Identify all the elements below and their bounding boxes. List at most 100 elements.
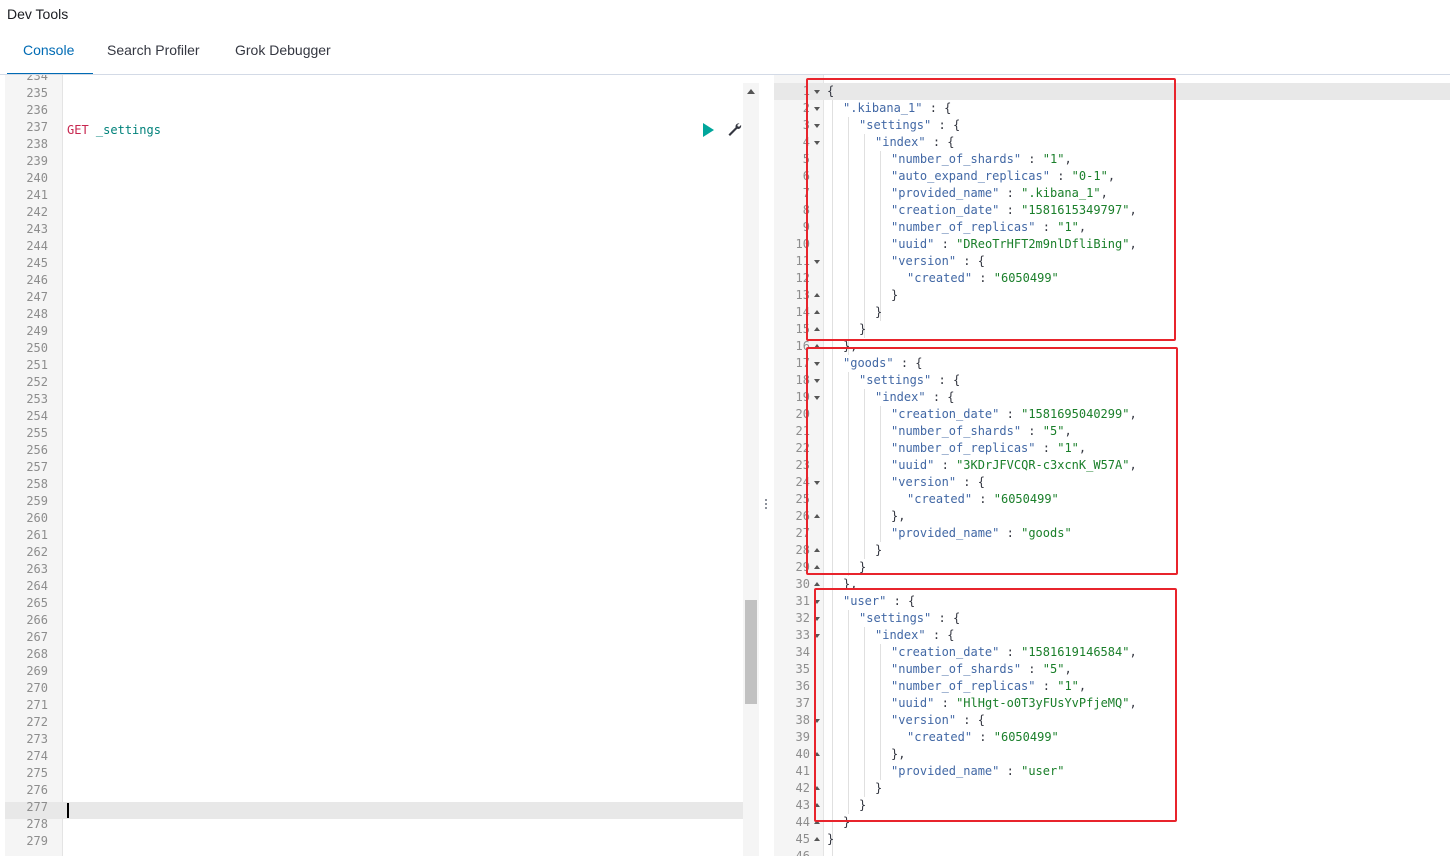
response-line-number: 21	[795, 424, 810, 438]
json-key: created	[914, 492, 965, 506]
line-number: 246	[26, 273, 48, 287]
response-line-number: 37	[795, 696, 810, 710]
json-key: number_of_shards	[898, 424, 1014, 438]
response-code-line: ".kibana_1" : {	[843, 101, 952, 115]
pane-resizer[interactable]	[762, 497, 770, 517]
line-number: 258	[26, 477, 48, 491]
tab-console[interactable]: Console	[23, 42, 74, 58]
json-value: goods	[1028, 526, 1065, 540]
response-line-number: 36	[795, 679, 810, 693]
editor-scrollbar[interactable]	[743, 83, 759, 856]
line-number: 274	[26, 749, 48, 763]
json-key: version	[898, 254, 949, 268]
response-code-line: "settings" : {	[859, 611, 961, 625]
fold-open-icon[interactable]	[814, 107, 820, 111]
json-key: number_of_shards	[898, 152, 1014, 166]
line-number: 260	[26, 511, 48, 525]
fold-close-icon[interactable]	[814, 803, 820, 807]
response-line-number: 43	[795, 798, 810, 812]
wrench-icon[interactable]	[726, 121, 742, 137]
scrollbar-thumb[interactable]	[745, 600, 757, 704]
response-line-number: 24	[795, 475, 810, 489]
fold-open-icon[interactable]	[814, 634, 820, 638]
response-code-line: "uuid" : "3KDrJFVCQR-c3xcnK_W57A",	[891, 458, 1137, 472]
response-code-line: "creation_date" : "1581619146584",	[891, 645, 1137, 659]
json-key: creation_date	[898, 203, 993, 217]
response-code-line: },	[843, 339, 858, 353]
fold-open-icon[interactable]	[814, 362, 820, 366]
response-line-number: 6	[802, 169, 810, 183]
json-value: 3KDrJFVCQR-c3xcnK_W57A	[963, 458, 1123, 472]
fold-close-icon[interactable]	[814, 293, 820, 297]
request-path: _settings	[95, 123, 161, 137]
response-line-number: 29	[795, 560, 810, 574]
response-code-line: }	[859, 798, 867, 812]
tab-grok-debugger[interactable]: Grok Debugger	[235, 42, 331, 58]
line-number: 276	[26, 783, 48, 797]
tab-search-profiler[interactable]: Search Profiler	[107, 42, 200, 58]
line-number: 268	[26, 647, 48, 661]
json-value: 1581619146584	[1028, 645, 1123, 659]
line-number: 241	[26, 188, 48, 202]
fold-open-icon[interactable]	[814, 124, 820, 128]
json-value: DReoTrHFT2m9nlDfliBing	[963, 237, 1123, 251]
response-line-number: 3	[802, 118, 810, 132]
response-code-line: }	[843, 815, 851, 829]
line-number: 236	[26, 103, 48, 117]
response-line-number: 19	[795, 390, 810, 404]
line-number: 234	[26, 75, 48, 83]
fold-close-icon[interactable]	[814, 582, 820, 586]
fold-open-icon[interactable]	[814, 481, 820, 485]
fold-close-icon[interactable]	[814, 548, 820, 552]
line-number: 244	[26, 239, 48, 253]
fold-close-icon[interactable]	[814, 565, 820, 569]
response-code-line: }	[875, 305, 883, 319]
response-code-line: "created" : "6050499"	[907, 492, 1059, 506]
line-number: 262	[26, 545, 48, 559]
fold-close-icon[interactable]	[814, 820, 820, 824]
play-icon[interactable]	[703, 123, 714, 137]
fold-open-icon[interactable]	[814, 719, 820, 723]
fold-open-icon[interactable]	[814, 260, 820, 264]
line-number: 247	[26, 290, 48, 304]
request-editor[interactable]: 234 235 236 237 238 239 240 241 242 243 244 245 246 2…	[0, 75, 760, 856]
response-code-line: "index" : {	[875, 390, 955, 404]
fold-open-icon[interactable]	[814, 617, 820, 621]
json-key: goods	[850, 356, 887, 370]
fold-close-icon[interactable]	[814, 344, 820, 348]
json-value: 1	[1064, 441, 1072, 455]
line-number: 251	[26, 358, 48, 372]
fold-close-icon[interactable]	[814, 786, 820, 790]
scroll-up-icon[interactable]	[747, 89, 755, 94]
response-code-line: }	[875, 781, 883, 795]
fold-close-icon[interactable]	[814, 752, 820, 756]
fold-close-icon[interactable]	[814, 514, 820, 518]
fold-open-icon[interactable]	[814, 141, 820, 145]
response-line-number: 18	[795, 373, 810, 387]
fold-close-icon[interactable]	[814, 327, 820, 331]
line-number: 275	[26, 766, 48, 780]
json-key: settings	[866, 118, 925, 132]
response-code-line: "index" : {	[875, 628, 955, 642]
fold-close-icon[interactable]	[814, 837, 820, 841]
json-key: number_of_replicas	[898, 441, 1029, 455]
request-line[interactable]: GET _settings	[67, 122, 161, 139]
fold-open-icon[interactable]	[814, 90, 820, 94]
response-code-line: }	[827, 832, 835, 846]
fold-close-icon[interactable]	[814, 310, 820, 314]
tab-bar: Console Search Profiler Grok Debugger	[7, 36, 350, 75]
fold-open-icon[interactable]	[814, 600, 820, 604]
response-line-number: 14	[795, 305, 810, 319]
json-key: creation_date	[898, 407, 993, 421]
json-value: 0-1	[1078, 169, 1101, 183]
line-number: 261	[26, 528, 48, 542]
fold-open-icon[interactable]	[814, 379, 820, 383]
response-code-line: "provided_name" : ".kibana_1",	[891, 186, 1108, 200]
response-code-line: "settings" : {	[859, 373, 961, 387]
fold-open-icon[interactable]	[814, 396, 820, 400]
response-code-line: "creation_date" : "1581615349797",	[891, 203, 1137, 217]
json-key: version	[898, 475, 949, 489]
line-number: 240	[26, 171, 48, 185]
response-active-line	[774, 83, 1450, 100]
line-number: 271	[26, 698, 48, 712]
